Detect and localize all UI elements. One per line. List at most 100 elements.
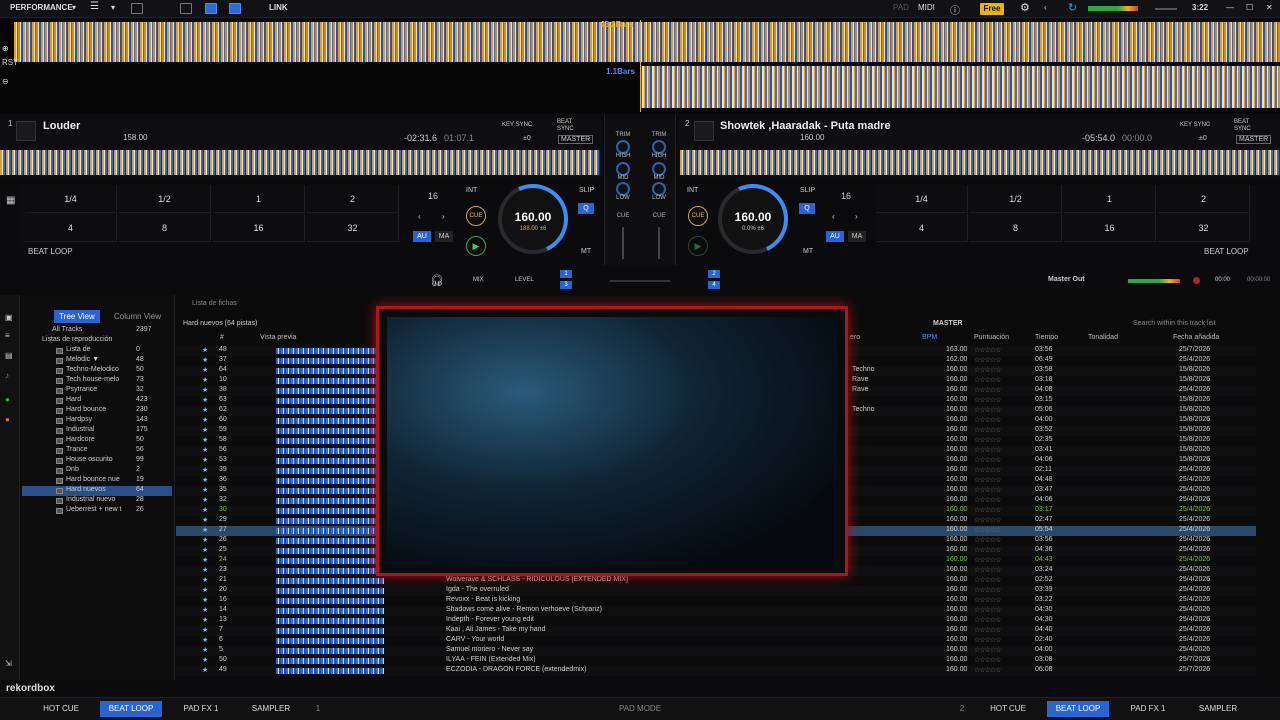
tree-item[interactable]: Trance 56 xyxy=(22,446,172,456)
deck2-key-sync[interactable]: KEY SYNC xyxy=(1180,122,1210,128)
rating-stars-icon[interactable]: ☆☆☆☆☆ xyxy=(974,526,1001,534)
collection-icon[interactable]: ▣ xyxy=(5,313,13,322)
tree-item[interactable]: Techno-Melodico 50 xyxy=(22,366,172,376)
deck1-pad-2[interactable]: 1/2 xyxy=(119,185,211,213)
deck1-quantize[interactable]: Q xyxy=(578,203,594,214)
deck2-pad-4[interactable]: 2 xyxy=(1158,185,1250,213)
streaming-icon[interactable]: ♪ xyxy=(5,371,9,380)
star-icon[interactable]: ★ xyxy=(202,366,208,374)
deck2-master-button[interactable]: MASTER xyxy=(1236,135,1272,144)
tree-item[interactable]: Hardcore 50 xyxy=(22,436,172,446)
rating-stars-icon[interactable]: ☆☆☆☆☆ xyxy=(974,516,1001,524)
trim-knob-1[interactable] xyxy=(616,140,630,154)
spotify-icon[interactable]: ● xyxy=(5,395,10,404)
star-icon[interactable]: ★ xyxy=(202,486,208,494)
tree-item[interactable]: Lista de 0 xyxy=(22,346,172,356)
rating-stars-icon[interactable]: ☆☆☆☆☆ xyxy=(974,496,1001,504)
rating-stars-icon[interactable]: ☆☆☆☆☆ xyxy=(974,596,1001,604)
rating-stars-icon[interactable]: ☆☆☆☆☆ xyxy=(974,486,1001,494)
rating-stars-icon[interactable]: ☆☆☆☆☆ xyxy=(974,646,1001,654)
rating-stars-icon[interactable]: ☆☆☆☆☆ xyxy=(974,636,1001,644)
zoom-in-icon[interactable]: ⊕ xyxy=(2,44,9,53)
star-icon[interactable]: ★ xyxy=(202,466,208,474)
deck2-beat-sync[interactable]: BEAT SYNC xyxy=(1234,119,1254,133)
deck2-play-button[interactable]: ▶ xyxy=(688,236,708,256)
fx-4-button[interactable]: 4 xyxy=(708,281,720,289)
deck1-ma-button[interactable]: MA xyxy=(435,231,453,242)
star-icon[interactable]: ★ xyxy=(202,406,208,414)
rating-stars-icon[interactable]: ☆☆☆☆☆ xyxy=(974,586,1001,594)
star-icon[interactable]: ★ xyxy=(202,416,208,424)
rating-stars-icon[interactable]: ☆☆☆☆☆ xyxy=(974,456,1001,464)
tree-item[interactable]: Hard nuevos 64 xyxy=(22,486,172,496)
col-key[interactable]: Tonalidad xyxy=(1088,334,1118,341)
rating-stars-icon[interactable]: ☆☆☆☆☆ xyxy=(974,396,1001,404)
deck2-cue-button[interactable]: CUE xyxy=(688,206,708,226)
plan-badge[interactable]: Free xyxy=(980,3,1004,15)
star-icon[interactable]: ★ xyxy=(202,356,208,364)
deck1-waveform[interactable] xyxy=(14,22,1280,62)
rating-stars-icon[interactable]: ☆☆☆☆☆ xyxy=(974,416,1001,424)
star-icon[interactable]: ★ xyxy=(202,656,208,664)
master-out-selector[interactable]: Master Out xyxy=(1048,276,1085,283)
mixer-toggle-icon[interactable] xyxy=(205,3,217,14)
deck1-pad-7[interactable]: 16 xyxy=(213,214,305,242)
tree-item[interactable]: Hard 423 xyxy=(22,396,172,406)
rating-stars-icon[interactable]: ☆☆☆☆☆ xyxy=(974,606,1001,614)
record-toggle-icon[interactable] xyxy=(229,3,241,14)
star-icon[interactable]: ★ xyxy=(202,606,208,614)
star-icon[interactable]: ★ xyxy=(202,596,208,604)
deck1-overview-waveform[interactable] xyxy=(0,150,600,175)
deck1-beat-sync[interactable]: BEAT SYNC xyxy=(557,119,577,133)
rating-stars-icon[interactable]: ☆☆☆☆☆ xyxy=(974,426,1001,434)
table-row[interactable]: ★ 50 ILYAA - FEIN (Extended Mix) 160.00 ☆☆☆☆… xyxy=(176,656,1256,666)
deck1-pad-3[interactable]: 1 xyxy=(213,185,305,213)
star-icon[interactable]: ★ xyxy=(202,626,208,634)
crossfader[interactable] xyxy=(610,280,670,282)
deck1-master-button[interactable]: MASTER xyxy=(558,135,594,144)
zoom-out-icon[interactable]: ⊖ xyxy=(2,77,9,86)
high-knob-1[interactable] xyxy=(616,162,630,176)
col-time[interactable]: Tiempo xyxy=(1035,334,1058,341)
star-icon[interactable]: ★ xyxy=(202,396,208,404)
star-icon[interactable]: ★ xyxy=(202,476,208,484)
deck1-slip[interactable]: SLIP xyxy=(579,187,594,194)
rating-stars-icon[interactable]: ☆☆☆☆☆ xyxy=(974,506,1001,514)
left-pad-fx-button[interactable]: PAD FX 1 xyxy=(170,701,232,717)
tree-item[interactable]: House oscurito 99 xyxy=(22,456,172,466)
sampler-icon[interactable] xyxy=(155,3,167,14)
export-icon[interactable]: ⇲ xyxy=(5,659,12,668)
rating-stars-icon[interactable]: ☆☆☆☆☆ xyxy=(974,356,1001,364)
rating-stars-icon[interactable]: ☆☆☆☆☆ xyxy=(974,666,1001,674)
sync-icon[interactable]: ↻ xyxy=(1068,1,1077,14)
share-icon[interactable]: ‹ xyxy=(1044,3,1047,12)
star-icon[interactable]: ★ xyxy=(202,346,208,354)
deck2-beatloop-label[interactable]: BEAT LOOP xyxy=(1204,247,1249,256)
menu-icon[interactable]: ☰ xyxy=(90,1,99,12)
info-icon[interactable]: ⓘ xyxy=(950,2,960,17)
deck2-mt[interactable]: MT xyxy=(803,248,813,255)
mid-knob-1[interactable] xyxy=(616,182,630,196)
right-hot-cue-button[interactable]: HOT CUE xyxy=(977,701,1039,717)
tree-item[interactable]: Dnb 2 xyxy=(22,466,172,476)
table-row[interactable]: ★ 49 ECZODIA - DRAGON FORCE (extendedmix) 1… xyxy=(176,666,1256,676)
playlist-icon[interactable]: ≡ xyxy=(5,331,10,340)
deck2-pad-2[interactable]: 1/2 xyxy=(970,185,1062,213)
deck2-loop-next-icon[interactable]: › xyxy=(855,212,858,221)
star-icon[interactable]: ★ xyxy=(202,636,208,644)
star-icon[interactable]: ★ xyxy=(202,526,208,534)
tree-item[interactable]: Industrial 175 xyxy=(22,426,172,436)
tree-item[interactable]: Industrial nuevo 28 xyxy=(22,496,172,506)
fx-3-button[interactable]: 3 xyxy=(560,281,572,289)
star-icon[interactable]: ★ xyxy=(202,446,208,454)
star-icon[interactable]: ★ xyxy=(202,586,208,594)
deck2-pad-8[interactable]: 32 xyxy=(1158,214,1250,242)
tree-item[interactable]: Melodic ▼ 48 xyxy=(22,356,172,366)
star-icon[interactable]: ★ xyxy=(202,436,208,444)
deck1-pad-5[interactable]: 4 xyxy=(25,214,117,242)
channel-fader-2[interactable] xyxy=(658,227,660,259)
right-pad-fx-button[interactable]: PAD FX 1 xyxy=(1117,701,1179,717)
fx-1-button[interactable]: 1 xyxy=(560,270,572,278)
col-date[interactable]: Fecha añadida xyxy=(1173,334,1219,341)
deck1-int[interactable]: INT xyxy=(466,187,477,194)
